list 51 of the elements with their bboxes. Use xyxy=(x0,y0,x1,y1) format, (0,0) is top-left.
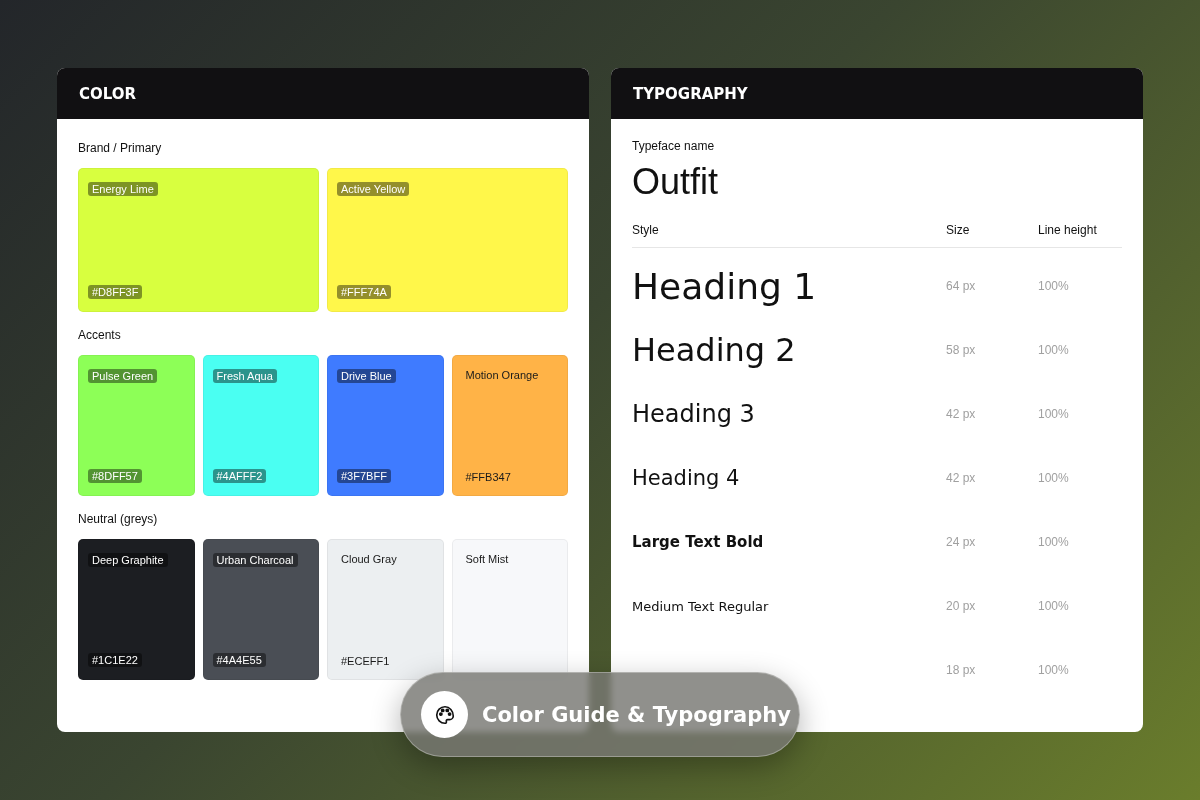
card-title: TYPOGRAPHY xyxy=(633,84,748,103)
swatch-hex: #D8FF3F xyxy=(88,285,143,299)
line-height-value: 100% xyxy=(1038,471,1070,485)
swatch-name: Motion Orange xyxy=(465,369,539,381)
swatch-name: Deep Graphite xyxy=(88,553,168,567)
swatch-hex: #8DFF57 xyxy=(88,469,142,483)
size-value: 20 px xyxy=(946,599,977,613)
style-sample: Heading 4 xyxy=(632,466,741,490)
swatch-name: Urban Charcoal xyxy=(212,553,298,567)
line-height-value: 100% xyxy=(1038,279,1070,293)
column-header: Style xyxy=(632,223,660,237)
line-height-value: 100% xyxy=(1038,343,1070,357)
swatch-hex: #4AFFF2 xyxy=(212,469,267,483)
swatch-name: Active Yellow xyxy=(337,182,410,196)
swatch-hex: #FFF74A xyxy=(337,285,391,299)
size-value: 18 px xyxy=(946,663,977,677)
size-value: 58 px xyxy=(946,343,977,357)
badge-label: Color Guide & Typography xyxy=(482,702,791,727)
swatch-hex: #1C1E22 xyxy=(88,653,142,667)
group-label: Neutral (greys) xyxy=(78,512,159,526)
swatch-name: Fresh Aqua xyxy=(212,369,277,383)
size-value: 42 px xyxy=(946,407,977,421)
line-height-value: 100% xyxy=(1038,535,1070,549)
line-height-value: 100% xyxy=(1038,599,1070,613)
group-label: Accents xyxy=(78,328,122,342)
swatch-hex: #ECEFF1 xyxy=(341,655,390,667)
swatch-name: Drive Blue xyxy=(337,369,396,383)
column-header: Size xyxy=(946,223,971,237)
style-sample: Heading 2 xyxy=(632,331,797,369)
swatch-name: Pulse Green xyxy=(88,369,158,383)
swatch-hex: #3F7BFF xyxy=(337,469,391,483)
style-sample: Heading 1 xyxy=(632,265,818,307)
swatch-hex: #4A4E55 xyxy=(212,653,266,667)
card-title: COLOR xyxy=(79,84,137,103)
swatch-hex: #FFB347 xyxy=(465,471,511,483)
line-height-value: 100% xyxy=(1038,407,1070,421)
typeface-name: Outfit xyxy=(632,161,720,203)
typeface-label: Typeface name xyxy=(632,139,716,153)
style-sample: Medium Text Regular xyxy=(632,598,770,614)
swatch-name: Energy Lime xyxy=(88,182,158,196)
swatch-name: Cloud Gray xyxy=(341,553,397,565)
palette-icon xyxy=(433,703,456,726)
size-value: 24 px xyxy=(946,535,977,549)
style-sample: Large Text Bold xyxy=(632,533,765,551)
swatch-name: Soft Mist xyxy=(465,553,509,565)
line-height-value: 100% xyxy=(1038,663,1070,677)
size-value: 42 px xyxy=(946,471,977,485)
column-header: Line height xyxy=(1038,223,1098,237)
size-value: 64 px xyxy=(946,279,977,293)
group-label: Brand / Primary xyxy=(78,141,163,155)
style-sample: Heading 3 xyxy=(632,400,756,428)
